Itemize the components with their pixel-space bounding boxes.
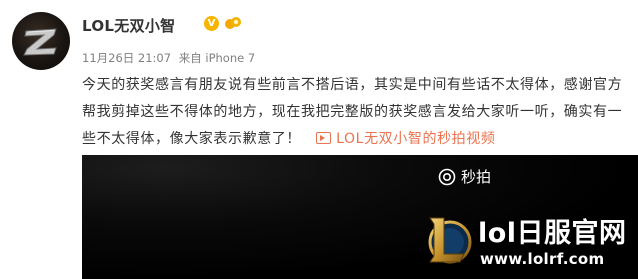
post-body: 今天的获奖感言有朋友说有些前言不搭后语，其实是中间有些话不太得体，感谢官方帮我剪… <box>82 72 630 153</box>
post-source[interactable]: iPhone 7 <box>205 51 255 65</box>
miaopai-camera-icon <box>438 168 456 185</box>
source-prefix: 来自 <box>178 51 202 65</box>
vip-badge-icon[interactable]: V <box>204 16 219 31</box>
lol-logo-icon <box>428 217 472 264</box>
miaopai-label: 秒拍 <box>461 168 492 186</box>
medal-badge-icon[interactable] <box>224 15 242 31</box>
post-meta: 11月26日 21:07 来自 iPhone 7 <box>82 50 259 66</box>
post-timestamp[interactable]: 11月26日 21:07 <box>82 51 171 65</box>
video-link-label: LOL无双小智的秒拍视频 <box>336 131 496 147</box>
watermark-title: lol日服官网 <box>478 218 627 249</box>
miaopai-brand: 秒拍 <box>438 166 491 187</box>
username-link[interactable]: LOL无双小智 <box>82 15 175 36</box>
zorro-logo-icon <box>23 28 57 56</box>
watermark-url: www.lolrf.com <box>480 250 605 268</box>
video-link[interactable]: LOL无双小智的秒拍视频 <box>316 131 495 147</box>
video-icon <box>316 132 332 144</box>
avatar[interactable] <box>12 12 70 70</box>
